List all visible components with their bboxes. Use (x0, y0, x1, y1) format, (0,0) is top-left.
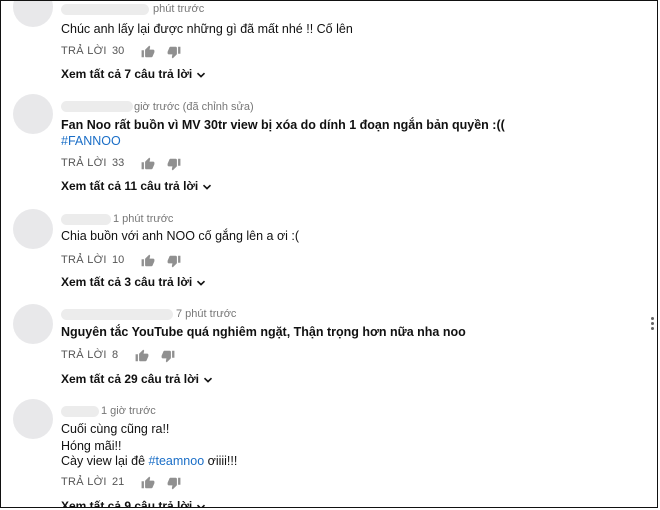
thumb-up-icon[interactable] (135, 349, 149, 363)
comments-panel: phút trước Chúc anh lấy lại được những g… (0, 0, 658, 508)
avatar[interactable] (13, 1, 53, 27)
comment-text: Nguyên tắc YouTube quá nghiêm ngặt, Thận… (61, 325, 466, 339)
view-replies-label: Xem tất cả 29 câu trả lời (61, 372, 199, 386)
author-name[interactable] (61, 309, 173, 320)
comment-timestamp[interactable]: 1 phút trước (113, 213, 173, 225)
view-replies-button[interactable]: Xem tất cả 11 câu trả lời (61, 179, 212, 193)
comment-timestamp[interactable]: 1 giờ trước (101, 405, 156, 417)
avatar[interactable] (13, 304, 53, 344)
thumb-down-icon[interactable] (167, 476, 181, 490)
comment-timestamp[interactable]: phút trước (153, 3, 204, 15)
comment-text-line: Cuối cùng cũng ra!! (61, 422, 170, 436)
like-count: 21 (112, 476, 125, 488)
thumb-up-icon[interactable] (141, 45, 155, 59)
avatar[interactable] (13, 94, 53, 134)
thumb-up-icon[interactable] (141, 476, 155, 490)
chevron-down-icon (203, 184, 212, 190)
hashtag-link[interactable]: #FANNOO (61, 132, 121, 150)
thumb-up-icon[interactable] (141, 157, 155, 171)
reply-button[interactable]: TRẢ LỜI (61, 476, 107, 488)
comment-timestamp[interactable]: giờ trước (đã chỉnh sửa) (134, 101, 254, 113)
like-count: 8 (112, 349, 119, 361)
scrollbar-handle[interactable] (649, 315, 655, 332)
avatar[interactable] (13, 209, 53, 249)
author-name[interactable] (61, 4, 149, 15)
chevron-down-icon (197, 72, 206, 78)
comment-timestamp[interactable]: 7 phút trước (176, 308, 236, 320)
view-replies-button[interactable]: Xem tất cả 3 câu trả lời (61, 275, 206, 289)
hashtag-link[interactable]: #teamnoo (149, 454, 205, 468)
reply-button[interactable]: TRẢ LỜI (61, 157, 107, 169)
comment-text: Chúc anh lấy lại được những gì đã mất nh… (61, 22, 353, 36)
view-replies-button[interactable]: Xem tất cả 29 câu trả lời (61, 372, 213, 386)
author-name[interactable] (61, 406, 99, 417)
thumb-up-icon[interactable] (141, 254, 155, 268)
view-replies-label: Xem tất cả 9 câu trả lời (61, 499, 193, 508)
thumb-down-icon[interactable] (167, 157, 181, 171)
comment-text: Chia buồn với anh NOO cố gắng lên a ơi :… (61, 229, 300, 243)
author-name[interactable] (61, 101, 133, 112)
avatar[interactable] (13, 399, 53, 439)
comment-text-suffix: ơiiii!!! (204, 454, 238, 468)
author-name[interactable] (61, 214, 111, 225)
reply-button[interactable]: TRẢ LỜI (61, 254, 107, 266)
chevron-down-icon (197, 504, 206, 507)
like-count: 30 (112, 45, 125, 57)
view-replies-button[interactable]: Xem tất cả 9 câu trả lời (61, 499, 206, 508)
view-replies-label: Xem tất cả 3 câu trả lời (61, 275, 193, 289)
reply-button[interactable]: TRẢ LỜI (61, 349, 107, 361)
view-replies-label: Xem tất cả 11 câu trả lời (61, 179, 199, 193)
reply-button[interactable]: TRẢ LỜI (61, 45, 107, 57)
chevron-down-icon (197, 280, 206, 286)
comment-text-line: Cày view lại đê #teamnoo ơiiii!!! (61, 452, 237, 470)
comment-text-prefix: Cày view lại đê (61, 454, 149, 468)
comment-text: Fan Noo rất buồn vì MV 30tr view bị xóa … (61, 118, 505, 132)
thumb-down-icon[interactable] (167, 254, 181, 268)
view-replies-label: Xem tất cả 7 câu trả lời (61, 67, 193, 81)
thumb-down-icon[interactable] (161, 349, 175, 363)
thumb-down-icon[interactable] (167, 45, 181, 59)
like-count: 33 (112, 157, 125, 169)
like-count: 10 (112, 254, 125, 266)
chevron-down-icon (203, 377, 212, 383)
view-replies-button[interactable]: Xem tất cả 7 câu trả lời (61, 67, 206, 81)
